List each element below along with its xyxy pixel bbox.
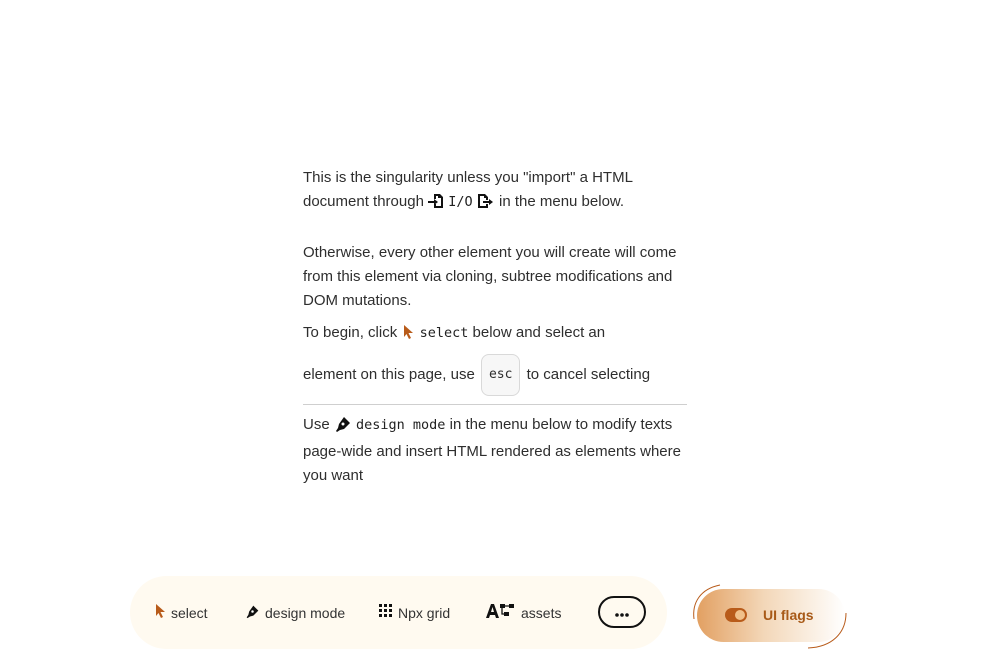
ui-flags-button[interactable]: UI flags	[697, 589, 845, 642]
pen-icon	[245, 604, 260, 622]
pen-icon	[334, 416, 352, 440]
export-icon	[477, 193, 495, 217]
esc-key: esc	[480, 354, 521, 397]
assets-label: assets	[521, 604, 562, 621]
assets-button[interactable]: assets	[486, 576, 561, 649]
intro-esc-line: element on this page, use esc to cancel …	[303, 354, 687, 397]
intro-content: This is the singularity unless you "impo…	[303, 166, 687, 488]
assets-icon	[486, 603, 516, 622]
design-mode-button[interactable]: design mode	[245, 576, 345, 649]
toggle-icon[interactable]	[725, 608, 747, 622]
intro-paragraph-cloning: Otherwise, every other element you will …	[303, 244, 677, 309]
select-button[interactable]: select	[154, 576, 208, 649]
use-text: Use	[303, 416, 330, 433]
cursor-icon	[154, 603, 166, 622]
begin-text-b: below and select an	[472, 324, 606, 341]
esc-text-b: to cancel selecting	[526, 366, 651, 383]
ui-flags-label: UI flags	[763, 607, 814, 623]
design-mode-inline-label: design mode	[356, 417, 446, 433]
grid-button[interactable]: Npx grid	[379, 576, 450, 649]
intro-design-paragraph: Use design mode in the menu below to mod…	[303, 413, 687, 488]
divider	[303, 404, 687, 405]
design-mode-label: design mode	[265, 604, 346, 621]
more-icon	[615, 604, 629, 620]
grid-label: Npx grid	[398, 604, 451, 621]
select-label: select	[171, 604, 208, 621]
grid-icon	[379, 604, 393, 621]
intro-paragraph-import: This is the singularity unless you "impo…	[303, 166, 687, 217]
intro-menu-text: in the menu below.	[499, 193, 625, 210]
io-label: I/O	[448, 194, 473, 210]
cursor-icon	[401, 324, 415, 348]
bottom-toolbar: select design mode Npx grid assets	[130, 576, 667, 649]
import-icon	[428, 193, 444, 217]
more-button[interactable]	[598, 596, 646, 628]
select-inline-label: select	[419, 325, 469, 341]
intro-begin-line: To begin, click select below and select …	[303, 321, 687, 348]
esc-text: element on this page, use	[303, 366, 475, 383]
begin-text: To begin, click	[303, 324, 398, 341]
